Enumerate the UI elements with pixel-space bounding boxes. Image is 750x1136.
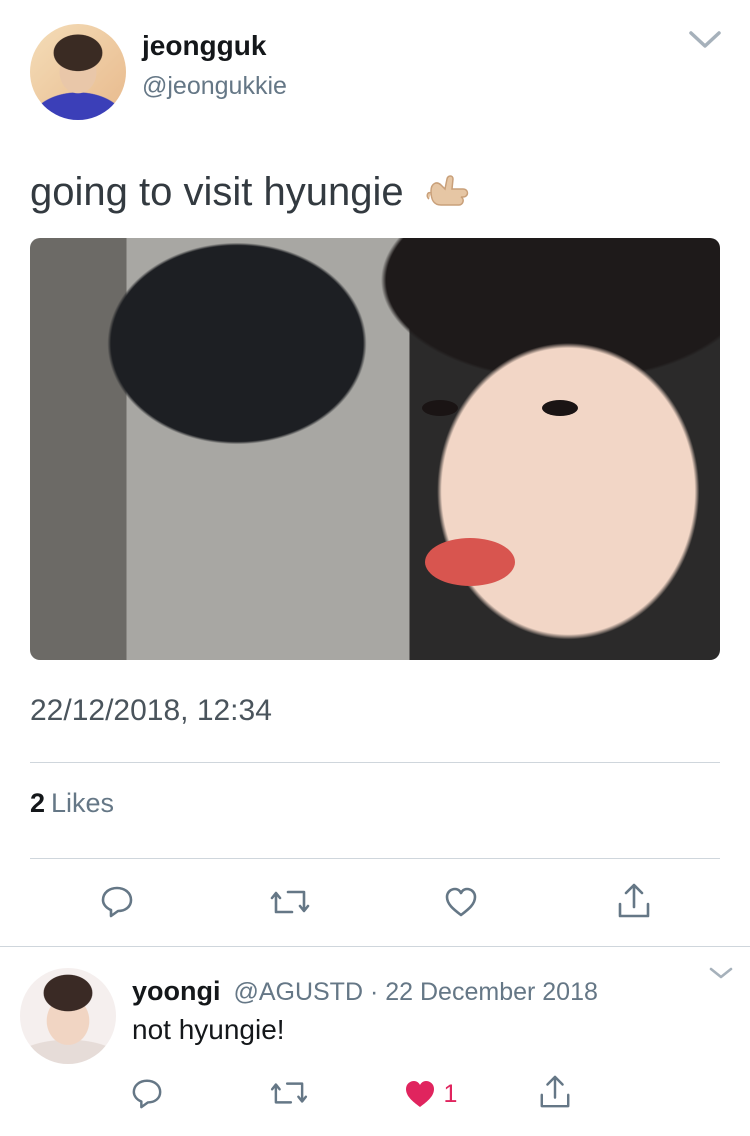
tweet-options-chevron-icon[interactable] <box>688 30 722 50</box>
reply-icon[interactable] <box>100 884 134 918</box>
tweet-text-content: going to visit hyungie <box>30 170 404 214</box>
author-avatar[interactable] <box>30 24 126 120</box>
author-handle[interactable]: @jeongukkie <box>142 72 287 101</box>
reply-author-avatar[interactable] <box>20 968 116 1064</box>
reply-options-chevron-icon[interactable] <box>708 966 734 980</box>
reply-author-handle[interactable]: @AGUSTD <box>233 978 363 1006</box>
reply-text: not hyungie! <box>132 1014 285 1045</box>
heart-icon[interactable] <box>444 886 478 918</box>
likes-summary[interactable]: 2 Likes <box>30 788 114 819</box>
share-icon[interactable] <box>616 882 652 920</box>
reply-like-count: 1 <box>443 1079 458 1108</box>
reply-like-button[interactable]: 1 <box>403 1078 457 1110</box>
divider <box>30 762 720 763</box>
reply-date[interactable]: 22 December 2018 <box>385 978 598 1006</box>
tweet-photo[interactable] <box>30 238 720 660</box>
divider <box>0 946 750 947</box>
likes-label: Likes <box>51 788 115 818</box>
reply-share-icon[interactable] <box>538 1074 572 1110</box>
reply-author-name[interactable]: yoongi <box>132 976 221 1006</box>
retweet-icon[interactable] <box>270 886 310 918</box>
tweet-text: going to visit hyungie <box>30 170 471 215</box>
reply-header: yoongi @AGUSTD · 22 December 2018 <box>132 976 598 1007</box>
tweet-timestamp: 22/12/2018, 12:34 <box>30 694 272 727</box>
reply-retweet-icon[interactable] <box>270 1078 308 1108</box>
reply-reply-icon[interactable] <box>131 1077 163 1109</box>
likes-count: 2 <box>30 788 46 818</box>
author-name[interactable]: jeongguk <box>142 30 266 62</box>
divider <box>30 858 720 859</box>
heart-filled-icon <box>406 1081 434 1107</box>
call-me-hand-icon <box>425 170 471 215</box>
reply-separator: · <box>369 978 379 1006</box>
